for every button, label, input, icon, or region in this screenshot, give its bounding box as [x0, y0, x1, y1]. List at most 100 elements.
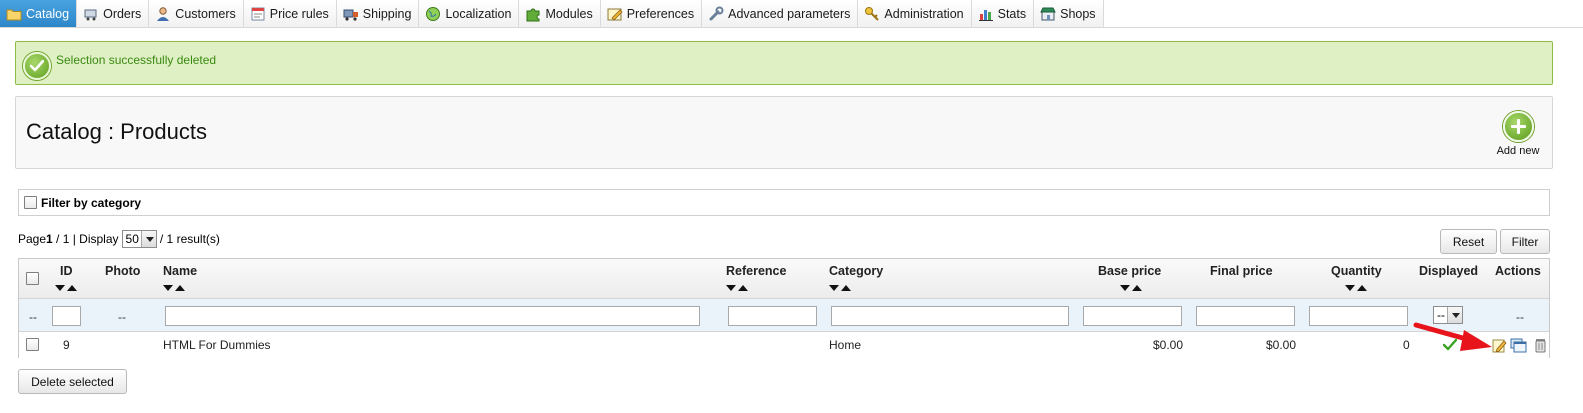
pagination: Page 1 / 1 | Display 50 / 1 result(s) — [18, 230, 220, 248]
add-new-button[interactable]: Add new — [1493, 111, 1543, 157]
sort-reference — [726, 285, 748, 291]
delete-trash-icon[interactable] — [1533, 338, 1548, 353]
duplicate-icon[interactable] — [1510, 338, 1527, 353]
tab-localization[interactable]: Localization — [419, 0, 520, 27]
chevron-down-icon — [140, 231, 156, 247]
tab-advanced-parameters[interactable]: Advanced parameters — [702, 0, 859, 27]
header-quantity: Quantity — [1331, 264, 1382, 278]
filter-quantity-input[interactable] — [1309, 306, 1408, 326]
filter-by-category-checkbox[interactable] — [24, 196, 37, 209]
sort-category — [829, 285, 851, 291]
filter-name-input[interactable] — [165, 306, 700, 326]
add-new-label: Add new — [1496, 145, 1540, 157]
sort-asc-icon[interactable] — [1132, 285, 1142, 291]
add-plus-icon — [1502, 111, 1534, 142]
row-select-checkbox[interactable] — [26, 338, 39, 351]
row-quantity: 0 — [1403, 338, 1410, 352]
filter-by-category-label: Filter by category — [41, 195, 142, 210]
sort-asc-icon[interactable] — [841, 285, 851, 291]
folder-icon — [6, 6, 22, 22]
per-page-select[interactable]: 50 — [121, 230, 157, 248]
row-id: 9 — [63, 338, 70, 352]
table-row[interactable]: 9 HTML For Dummies Home $0.00 $0.00 0 — [19, 332, 1549, 358]
price-tag-icon — [250, 6, 266, 22]
success-message: Selection successfully deleted — [15, 41, 1553, 85]
filter-id-input[interactable] — [52, 306, 81, 326]
sort-desc-icon[interactable] — [726, 285, 736, 291]
tab-label: Stats — [997, 6, 1027, 21]
row-final-price: $0.00 — [1266, 338, 1297, 352]
bar-chart-icon — [978, 6, 994, 22]
sort-asc-icon[interactable] — [175, 285, 185, 291]
reset-button[interactable]: Reset — [1440, 229, 1497, 254]
filter-actions-placeholder: -- — [1516, 310, 1524, 324]
header-id: ID — [60, 264, 73, 278]
sort-desc-icon[interactable] — [1345, 285, 1355, 291]
category-filter-bar: Filter by category — [18, 189, 1550, 216]
tab-label: Orders — [103, 6, 142, 21]
header-actions: Actions — [1495, 264, 1541, 278]
filter-final-price-input[interactable] — [1196, 306, 1295, 326]
filter-base-price-input[interactable] — [1083, 306, 1182, 326]
tab-label: Customers — [175, 6, 236, 21]
results-count: / 1 result(s) — [159, 232, 220, 246]
delete-selected-button[interactable]: Delete selected — [18, 369, 127, 394]
tab-price-rules[interactable]: Price rules — [243, 0, 337, 27]
table-filter-row: -- -- -- -- — [19, 299, 1549, 332]
filter-category-input[interactable] — [831, 306, 1069, 326]
page-title: Catalog : Products — [26, 119, 207, 144]
tab-administration[interactable]: Administration — [858, 0, 972, 27]
user-icon — [155, 6, 171, 22]
shop-icon — [1040, 6, 1056, 22]
sort-desc-icon[interactable] — [1120, 285, 1130, 291]
main-menu-tabs: Catalog Orders Customers Price rules Shippin… — [0, 0, 1583, 28]
preferences-icon — [607, 6, 623, 22]
tab-customers[interactable]: Customers — [149, 0, 244, 27]
tab-label: Localization — [445, 6, 512, 21]
tab-catalog[interactable]: Catalog — [0, 0, 78, 27]
sort-desc-icon[interactable] — [163, 285, 173, 291]
tab-orders[interactable]: Orders — [77, 0, 150, 27]
row-name: HTML For Dummies — [163, 338, 271, 352]
tab-modules[interactable]: Modules — [519, 0, 601, 27]
header-reference: Reference — [726, 264, 787, 278]
page-word: Page — [18, 232, 47, 246]
row-base-price: $0.00 — [1153, 338, 1184, 352]
header-name: Name — [163, 264, 198, 278]
truck-icon — [343, 6, 359, 22]
header-displayed: Displayed — [1419, 264, 1479, 278]
tab-stats[interactable]: Stats — [971, 0, 1035, 27]
sort-desc-icon[interactable] — [55, 285, 65, 291]
tab-preferences[interactable]: Preferences — [600, 0, 703, 27]
globe-icon — [425, 6, 441, 22]
tab-label: Price rules — [269, 6, 329, 21]
sort-base-price — [1120, 285, 1142, 291]
sort-quantity — [1345, 285, 1367, 291]
filter-photo-placeholder: -- — [118, 310, 126, 324]
tab-shops[interactable]: Shops — [1034, 0, 1104, 27]
tab-label: Shipping — [362, 6, 412, 21]
header-photo: Photo — [105, 264, 141, 278]
current-page: 1 — [46, 232, 53, 246]
header-final-price: Final price — [1210, 264, 1273, 278]
sort-asc-icon[interactable] — [738, 285, 748, 291]
tab-shipping[interactable]: Shipping — [336, 0, 420, 27]
cart-icon — [83, 6, 99, 22]
sort-name — [163, 285, 185, 291]
sort-asc-icon[interactable] — [67, 285, 77, 291]
header-category: Category — [829, 264, 884, 278]
products-table: ID Photo Name Reference Category Base pr… — [18, 258, 1550, 358]
header-base-price: Base price — [1098, 264, 1162, 278]
page-of-text: / 1 | Display — [52, 232, 119, 246]
select-all-checkbox[interactable] — [26, 272, 39, 285]
edit-pencil-icon[interactable] — [1492, 338, 1507, 353]
sort-desc-icon[interactable] — [829, 285, 839, 291]
annotation-arrow-icon — [1413, 322, 1492, 351]
sort-asc-icon[interactable] — [1357, 285, 1367, 291]
filter-button[interactable]: Filter — [1500, 229, 1550, 254]
filter-reference-input[interactable] — [728, 306, 817, 326]
tab-label: Shops — [1060, 6, 1096, 21]
key-icon — [864, 6, 880, 22]
puzzle-icon — [525, 6, 541, 22]
tab-label: Preferences — [626, 6, 695, 21]
